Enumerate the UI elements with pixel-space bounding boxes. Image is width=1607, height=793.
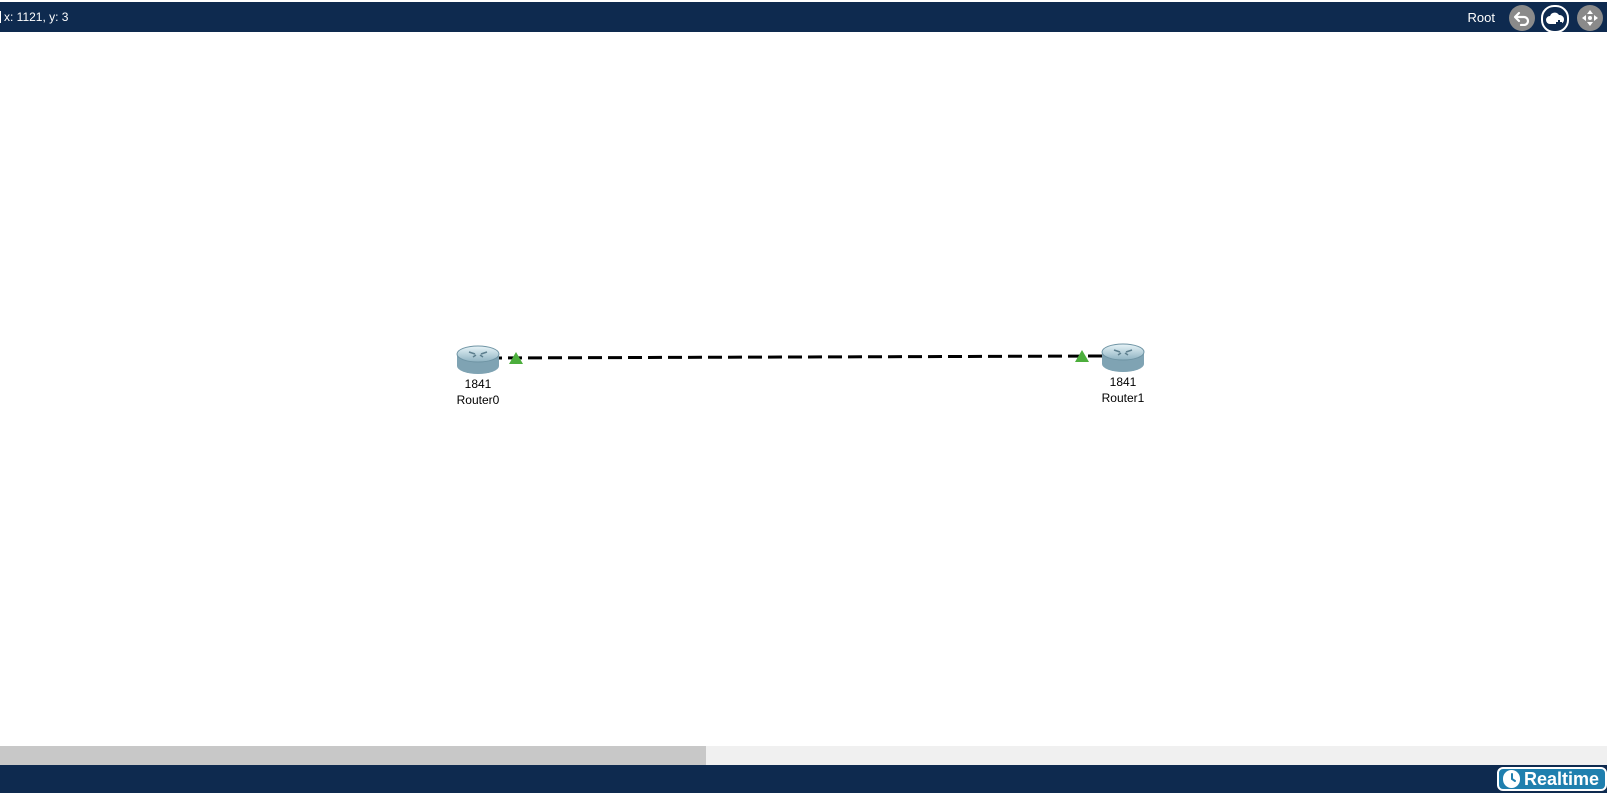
router-icon[interactable] xyxy=(455,344,501,376)
top-toolbar: x: 1121, y: 3 Root xyxy=(0,2,1607,33)
new-cluster-button[interactable] xyxy=(1541,5,1569,33)
link-status-indicator-router0 xyxy=(509,352,523,364)
bottom-toolbar: Realtime xyxy=(0,765,1607,793)
back-arrow-icon xyxy=(1513,11,1530,26)
router1-name-label: Router1 xyxy=(1101,391,1145,405)
move-object-button[interactable] xyxy=(1577,5,1603,31)
realtime-mode-button[interactable]: Realtime xyxy=(1497,767,1607,791)
router0-model-label: 1841 xyxy=(464,377,492,391)
router0-name-label: Router0 xyxy=(456,393,500,407)
router1-model-label: 1841 xyxy=(1109,375,1137,389)
cursor-coordinates: x: 1121, y: 3 xyxy=(0,10,68,24)
router-icon[interactable] xyxy=(1100,342,1146,374)
cloud-add-icon xyxy=(1546,12,1565,26)
logical-workspace-canvas[interactable]: 1841 Router0 1841 Router1 xyxy=(0,32,1607,746)
back-button[interactable] xyxy=(1509,5,1535,31)
network-link[interactable] xyxy=(0,32,1607,746)
realtime-label: Realtime xyxy=(1523,768,1599,789)
scrollbar-thumb[interactable] xyxy=(0,746,706,765)
move-arrows-icon xyxy=(1582,10,1598,26)
coordinates-text: x: 1121, y: 3 xyxy=(4,10,69,24)
horizontal-scrollbar[interactable] xyxy=(0,746,1607,765)
link-status-indicator-router1 xyxy=(1075,350,1089,362)
workspace-root-label: Root xyxy=(1467,10,1495,25)
clock-icon xyxy=(1503,770,1520,788)
